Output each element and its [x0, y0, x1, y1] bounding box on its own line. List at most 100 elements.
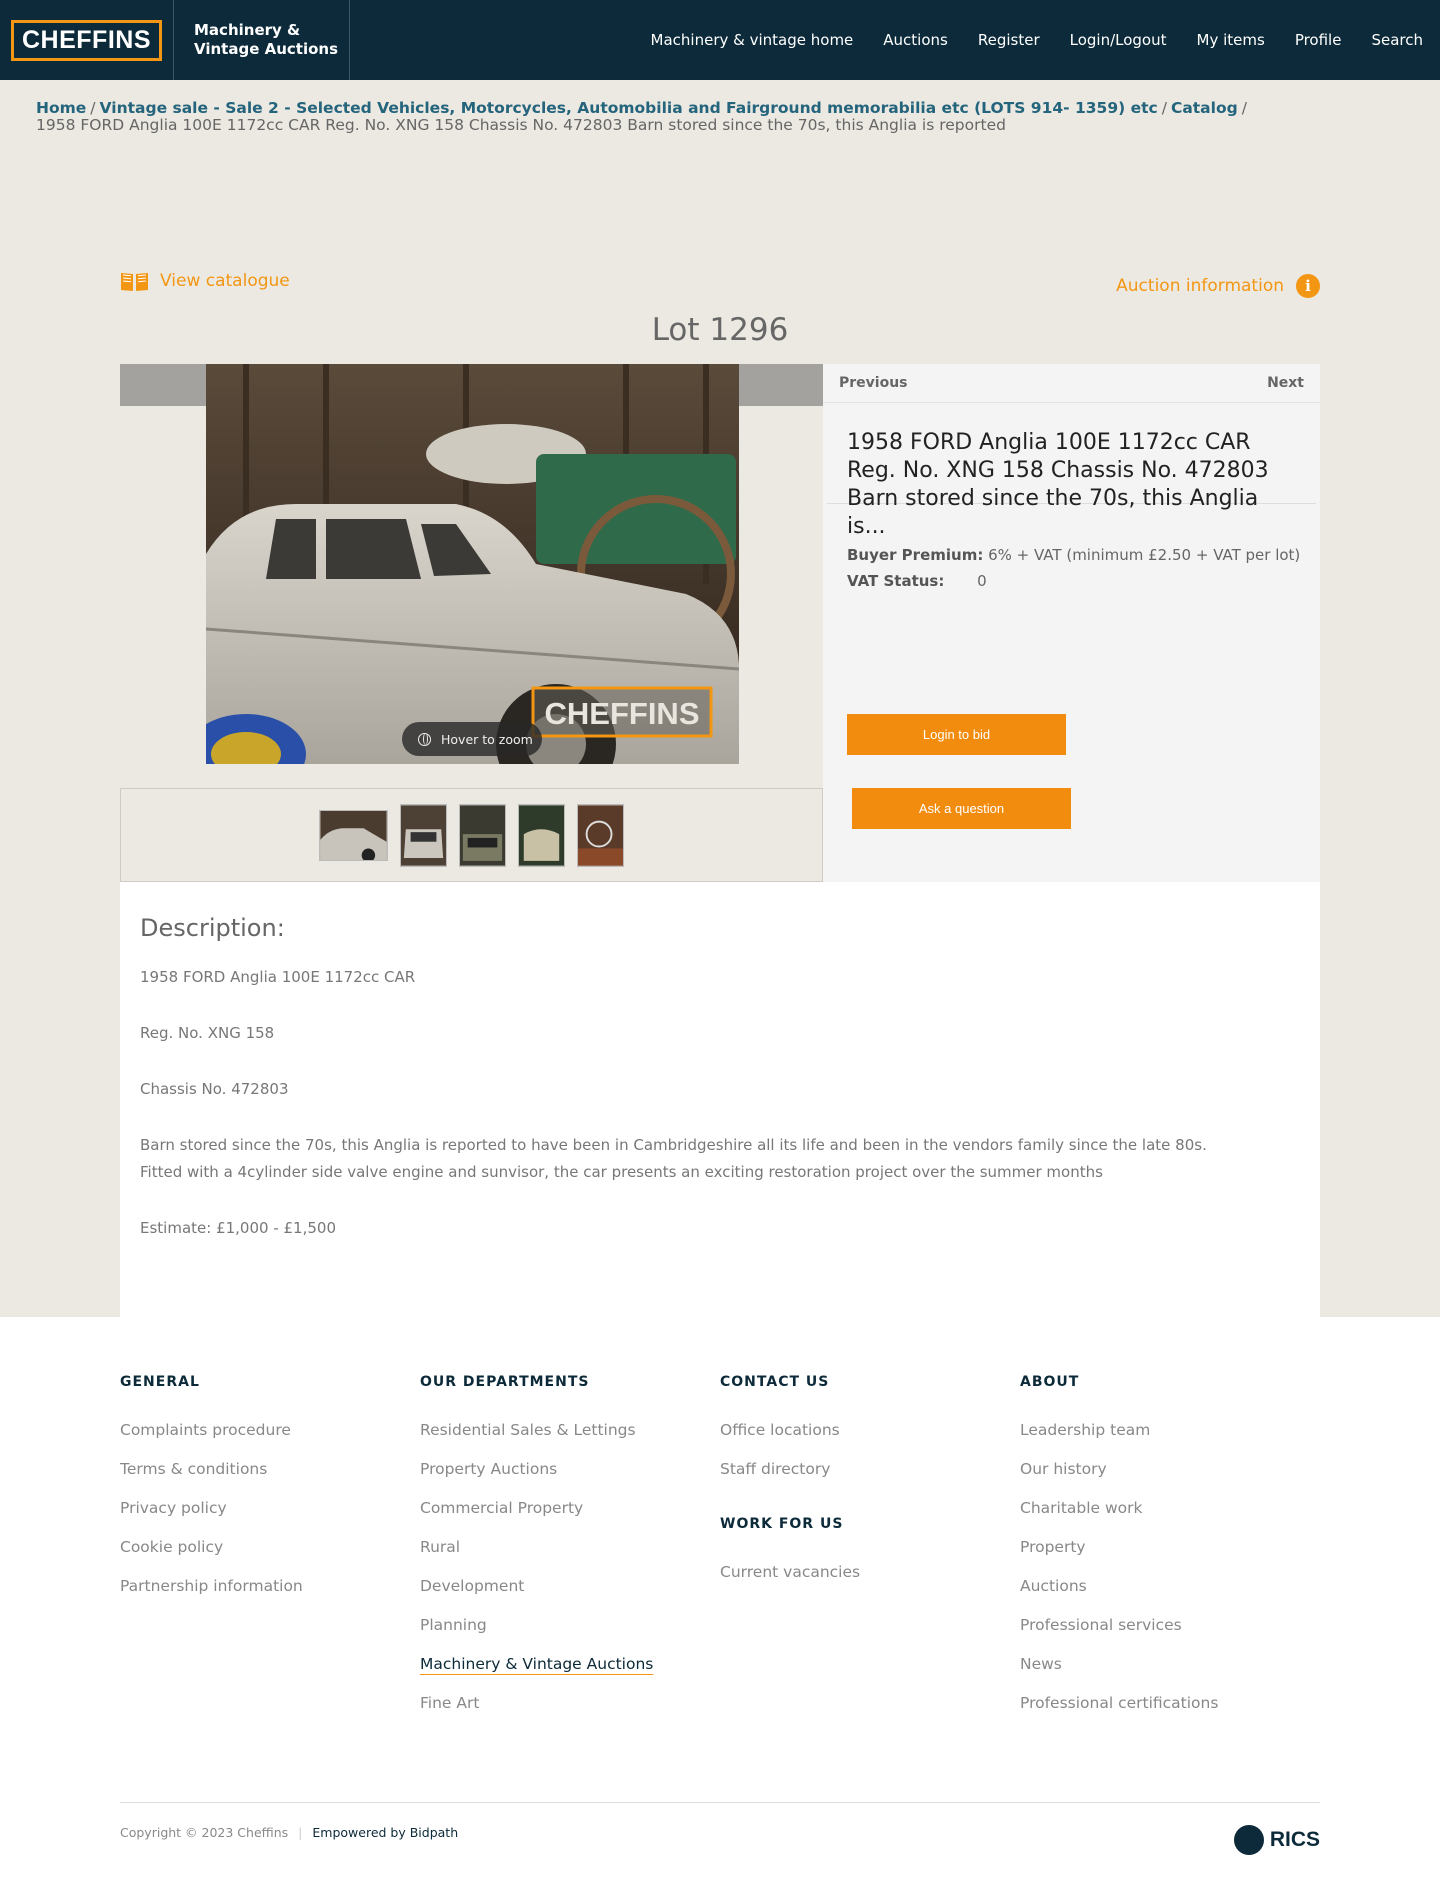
image-gallery: CHEFFINS Hover to zoom	[120, 364, 823, 882]
car-photo-illustration: CHEFFINS	[206, 364, 739, 764]
footer-link-auctions[interactable]: Auctions	[1020, 1576, 1320, 1596]
nav-profile[interactable]: Profile	[1295, 31, 1342, 49]
thumbnail-4[interactable]	[518, 803, 565, 867]
lot-panel: CHEFFINS Hover to zoom Previous Next 195…	[120, 364, 1320, 882]
thumbnail-5[interactable]	[577, 803, 624, 867]
rics-lion-icon	[1233, 1825, 1264, 1855]
auction-information-link[interactable]: Auction information i	[1116, 274, 1320, 298]
ask-a-question-button[interactable]: Ask a question	[852, 788, 1071, 829]
breadcrumb-current: 1958 FORD Anglia 100E 1172cc CAR Reg. No…	[36, 116, 1006, 134]
footer-contact-heading: CONTACT US	[720, 1374, 830, 1390]
footer-about-column: ABOUT Leadership team Our history Charit…	[1020, 1374, 1320, 1732]
description-heading: Description:	[140, 914, 285, 942]
watermark-text: CHEFFINS	[545, 696, 700, 731]
footer-link-office-locations[interactable]: Office locations	[720, 1420, 1020, 1440]
thumbnail-1[interactable]	[319, 809, 388, 861]
breadcrumb-sale[interactable]: Vintage sale - Sale 2 - Selected Vehicle…	[100, 99, 1158, 117]
footer-link-news[interactable]: News	[1020, 1654, 1320, 1674]
description-paragraph-4: Barn stored since the 70s, this Anglia i…	[140, 1136, 1207, 1181]
lot-name: 1958 FORD Anglia 100E 1172cc CAR Reg. No…	[847, 430, 1269, 539]
book-icon	[121, 273, 148, 291]
footer-departments-column: OUR DEPARTMENTS Residential Sales & Lett…	[420, 1374, 720, 1732]
buyer-premium-row: Buyer Premium: 6% + VAT (minimum £2.50 +…	[847, 542, 1320, 568]
lot-details-panel: Previous Next 1958 FORD Anglia 100E 1172…	[823, 364, 1320, 882]
rics-logo-text: RICS	[1269, 1828, 1320, 1851]
view-catalogue-link[interactable]: View catalogue	[120, 270, 290, 292]
view-catalogue-label: View catalogue	[160, 271, 290, 291]
footer-link-vacancies[interactable]: Current vacancies	[720, 1562, 1020, 1582]
login-to-bid-button[interactable]: Login to bid	[847, 714, 1066, 755]
footer-link-machinery-vintage[interactable]: Machinery & Vintage Auctions	[420, 1654, 653, 1674]
vat-status-label: VAT Status:	[847, 572, 945, 590]
description-section: Description: 1958 FORD Anglia 100E 1172c…	[120, 882, 1320, 1344]
footer-general-column: GENERAL Complaints procedure Terms & con…	[120, 1374, 420, 1732]
nav-register[interactable]: Register	[978, 31, 1040, 49]
nav-search[interactable]: Search	[1371, 31, 1423, 49]
brand-subtitle-line2: Vintage Auctions	[194, 40, 338, 58]
nav-auctions[interactable]: Auctions	[883, 31, 948, 49]
nav-login-logout[interactable]: Login/Logout	[1070, 31, 1167, 49]
footer-link-rural[interactable]: Rural	[420, 1537, 720, 1557]
estimate-text: Estimate: £1,000 - £1,500	[140, 1219, 336, 1237]
nav-machinery-home[interactable]: Machinery & vintage home	[651, 31, 854, 49]
description-paragraph-3: Chassis No. 472803	[140, 1080, 289, 1098]
cheffins-logo: CHEFFINS	[11, 19, 162, 61]
footer-link-certifications[interactable]: Professional certifications	[1020, 1693, 1320, 1713]
lot-number-title: Lot 1296	[651, 312, 789, 348]
hover-to-zoom-hint: Hover to zoom	[402, 722, 542, 756]
cheffins-logo-link[interactable]: CHEFFINS	[0, 0, 174, 80]
thumbnail-3[interactable]	[459, 803, 506, 867]
footer-link-charitable[interactable]: Charitable work	[1020, 1498, 1320, 1518]
footer-link-terms[interactable]: Terms & conditions	[120, 1459, 420, 1479]
info-icon: i	[1296, 274, 1320, 298]
lot-pagination: Previous Next	[823, 364, 1320, 403]
hover-to-zoom-label: Hover to zoom	[441, 731, 533, 747]
vat-status-value: 0	[977, 572, 987, 590]
powered-by-bidpath-link[interactable]: Empowered by Bidpath	[312, 1825, 458, 1840]
footer-general-heading: GENERAL	[120, 1374, 200, 1390]
description-paragraph-2: Reg. No. XNG 158	[140, 1024, 275, 1042]
nav-my-items[interactable]: My items	[1197, 31, 1265, 49]
lot-header: View catalogue Auction information i Lot…	[120, 216, 1320, 364]
zoom-globe-icon	[418, 732, 431, 746]
footer-link-development[interactable]: Development	[420, 1576, 720, 1596]
footer-link-leadership[interactable]: Leadership team	[1020, 1420, 1320, 1440]
copyright-text: Copyright © 2023 Cheffins	[120, 1825, 289, 1840]
brand-subtitle-line1: Machinery &	[194, 21, 301, 39]
footer-link-history[interactable]: Our history	[1020, 1459, 1320, 1479]
brand-subtitle: Machinery & Vintage Auctions	[174, 0, 350, 80]
breadcrumb-catalog[interactable]: Catalog	[1171, 99, 1238, 117]
lot-info: Buyer Premium: 6% + VAT (minimum £2.50 +…	[847, 542, 1320, 594]
footer-link-residential[interactable]: Residential Sales & Lettings	[420, 1420, 720, 1440]
buyer-premium-value: 6% + VAT (minimum £2.50 + VAT per lot)	[988, 546, 1301, 564]
footer-link-property-auctions[interactable]: Property Auctions	[420, 1459, 720, 1479]
vat-status-row: VAT Status: 0	[847, 568, 1320, 594]
thumbnail-strip	[120, 788, 823, 882]
breadcrumb: Home / Vintage sale - Sale 2 - Selected Ve…	[36, 99, 1247, 134]
description-paragraph-1: 1958 FORD Anglia 100E 1172cc CAR	[140, 968, 416, 986]
footer-bottom-bar: Copyright © 2023 Cheffins | Empowered by…	[120, 1802, 1320, 1862]
main-lot-photo[interactable]: CHEFFINS	[206, 364, 739, 764]
main-nav: Machinery & vintage home Auctions Regist…	[621, 0, 1423, 80]
footer-link-commercial[interactable]: Commercial Property	[420, 1498, 720, 1518]
buyer-premium-label: Buyer Premium:	[847, 546, 984, 564]
footer-link-staff-directory[interactable]: Staff directory	[720, 1459, 1020, 1479]
footer-about-heading: ABOUT	[1020, 1374, 1080, 1390]
next-lot-link[interactable]: Next	[1267, 375, 1304, 391]
top-navigation-bar: CHEFFINS Machinery & Vintage Auctions Ma…	[0, 0, 1440, 80]
footer-link-cookie[interactable]: Cookie policy	[120, 1537, 420, 1557]
footer-contact-column: CONTACT US Office locations Staff direct…	[720, 1374, 1020, 1732]
previous-lot-link[interactable]: Previous	[839, 375, 908, 391]
breadcrumb-home[interactable]: Home	[36, 99, 86, 117]
auction-information-label: Auction information	[1116, 276, 1284, 296]
footer-link-professional-services[interactable]: Professional services	[1020, 1615, 1320, 1635]
footer-link-partnership[interactable]: Partnership information	[120, 1576, 420, 1596]
footer-link-planning[interactable]: Planning	[420, 1615, 720, 1635]
footer-link-fine-art[interactable]: Fine Art	[420, 1693, 720, 1713]
thumbnail-2[interactable]	[400, 803, 447, 867]
rics-logo-link[interactable]: RICS	[1233, 1825, 1320, 1855]
footer-link-privacy[interactable]: Privacy policy	[120, 1498, 420, 1518]
main-image-viewer[interactable]: CHEFFINS Hover to zoom	[120, 364, 823, 764]
footer-link-property[interactable]: Property	[1020, 1537, 1320, 1557]
footer-link-complaints[interactable]: Complaints procedure	[120, 1420, 420, 1440]
